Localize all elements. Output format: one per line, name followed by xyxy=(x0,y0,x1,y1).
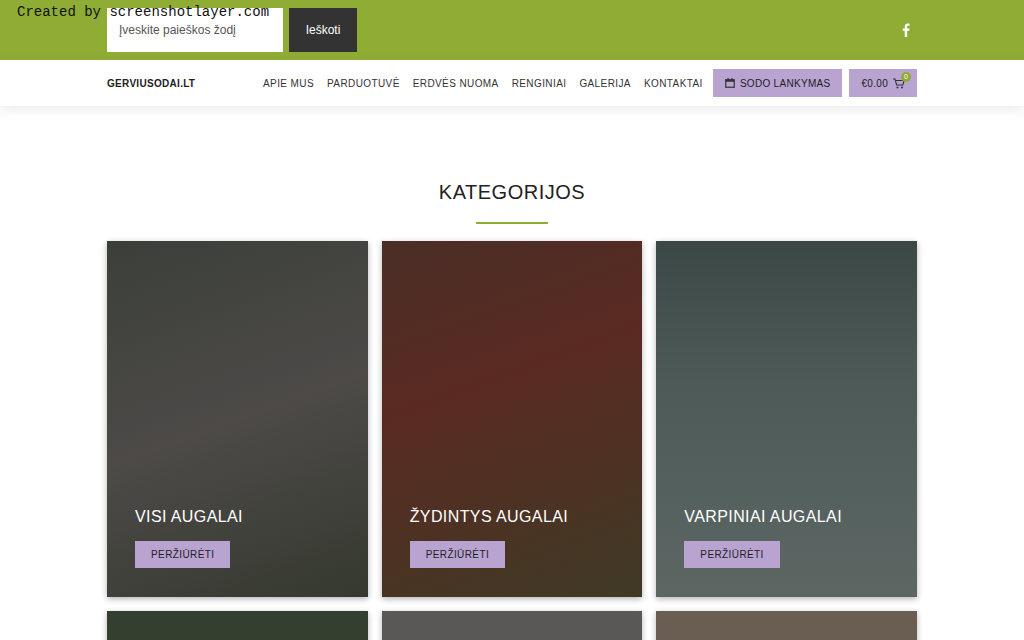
category-card[interactable] xyxy=(382,611,643,640)
view-button[interactable]: PERŽIŪRĖTI xyxy=(410,541,505,568)
category-card[interactable]: VARPINIAI AUGALAI PERŽIŪRĖTI xyxy=(656,241,917,597)
page: Created by screenshotlayer.com Ieškoti GER… xyxy=(0,0,1024,640)
category-card[interactable]: VISI AUGALAI PERŽIŪRĖTI xyxy=(107,241,368,597)
menu: APIE MUS PARDUOTUVĖ ERDVĖS NUOMA RENGINIAI G… xyxy=(263,78,713,89)
view-button[interactable]: PERŽIŪRĖTI xyxy=(135,541,230,568)
menu-item[interactable]: KONTAKTAI xyxy=(644,78,703,89)
watermark: Created by screenshotlayer.com xyxy=(17,4,269,20)
search-button[interactable]: Ieškoti xyxy=(289,8,357,52)
category-card[interactable] xyxy=(107,611,368,640)
card-title: VISI AUGALAI xyxy=(135,508,243,526)
category-card[interactable]: ŽYDINTYS AUGALAI PERŽIŪRĖTI xyxy=(382,241,643,597)
menu-item[interactable]: APIE MUS xyxy=(263,78,314,89)
section-title: KATEGORIJOS xyxy=(107,180,917,204)
category-card[interactable] xyxy=(656,611,917,640)
category-grid: VISI AUGALAI PERŽIŪRĖTI ŽYDINTYS AUGALAI PE… xyxy=(107,241,917,640)
cart-badge: 0 xyxy=(901,72,911,82)
categories-section: KATEGORIJOSVISI AUGALAIPERŽIŪRĖTIŽYDINTY… xyxy=(107,106,917,640)
logo[interactable]: GERVIUSODAI.LT xyxy=(107,78,263,89)
nav-actions: SODO LANKYMAS€0.000 xyxy=(713,69,917,97)
view-button[interactable]: PERŽIŪRĖTI xyxy=(684,541,779,568)
card-title: ŽYDINTYS AUGALAI xyxy=(410,508,568,526)
facebook-icon[interactable] xyxy=(901,23,911,37)
cart-button[interactable]: €0.000 xyxy=(849,69,917,97)
calendar-icon xyxy=(725,78,735,88)
card-title: VARPINIAI AUGALAI xyxy=(684,508,842,526)
menu-item[interactable]: GALERIJA xyxy=(579,78,631,89)
menu-item[interactable]: RENGINIAI xyxy=(512,78,567,89)
menu-item[interactable]: PARDUOTUVĖ xyxy=(327,78,400,89)
menu-item[interactable]: ERDVĖS NUOMA xyxy=(413,78,499,89)
visit-button[interactable]: SODO LANKYMAS xyxy=(713,69,843,97)
navbar: GERVIUSODAI.LTAPIE MUS PARDUOTUVĖ ERDVĖS N… xyxy=(0,60,1024,106)
title-underline xyxy=(476,222,548,224)
